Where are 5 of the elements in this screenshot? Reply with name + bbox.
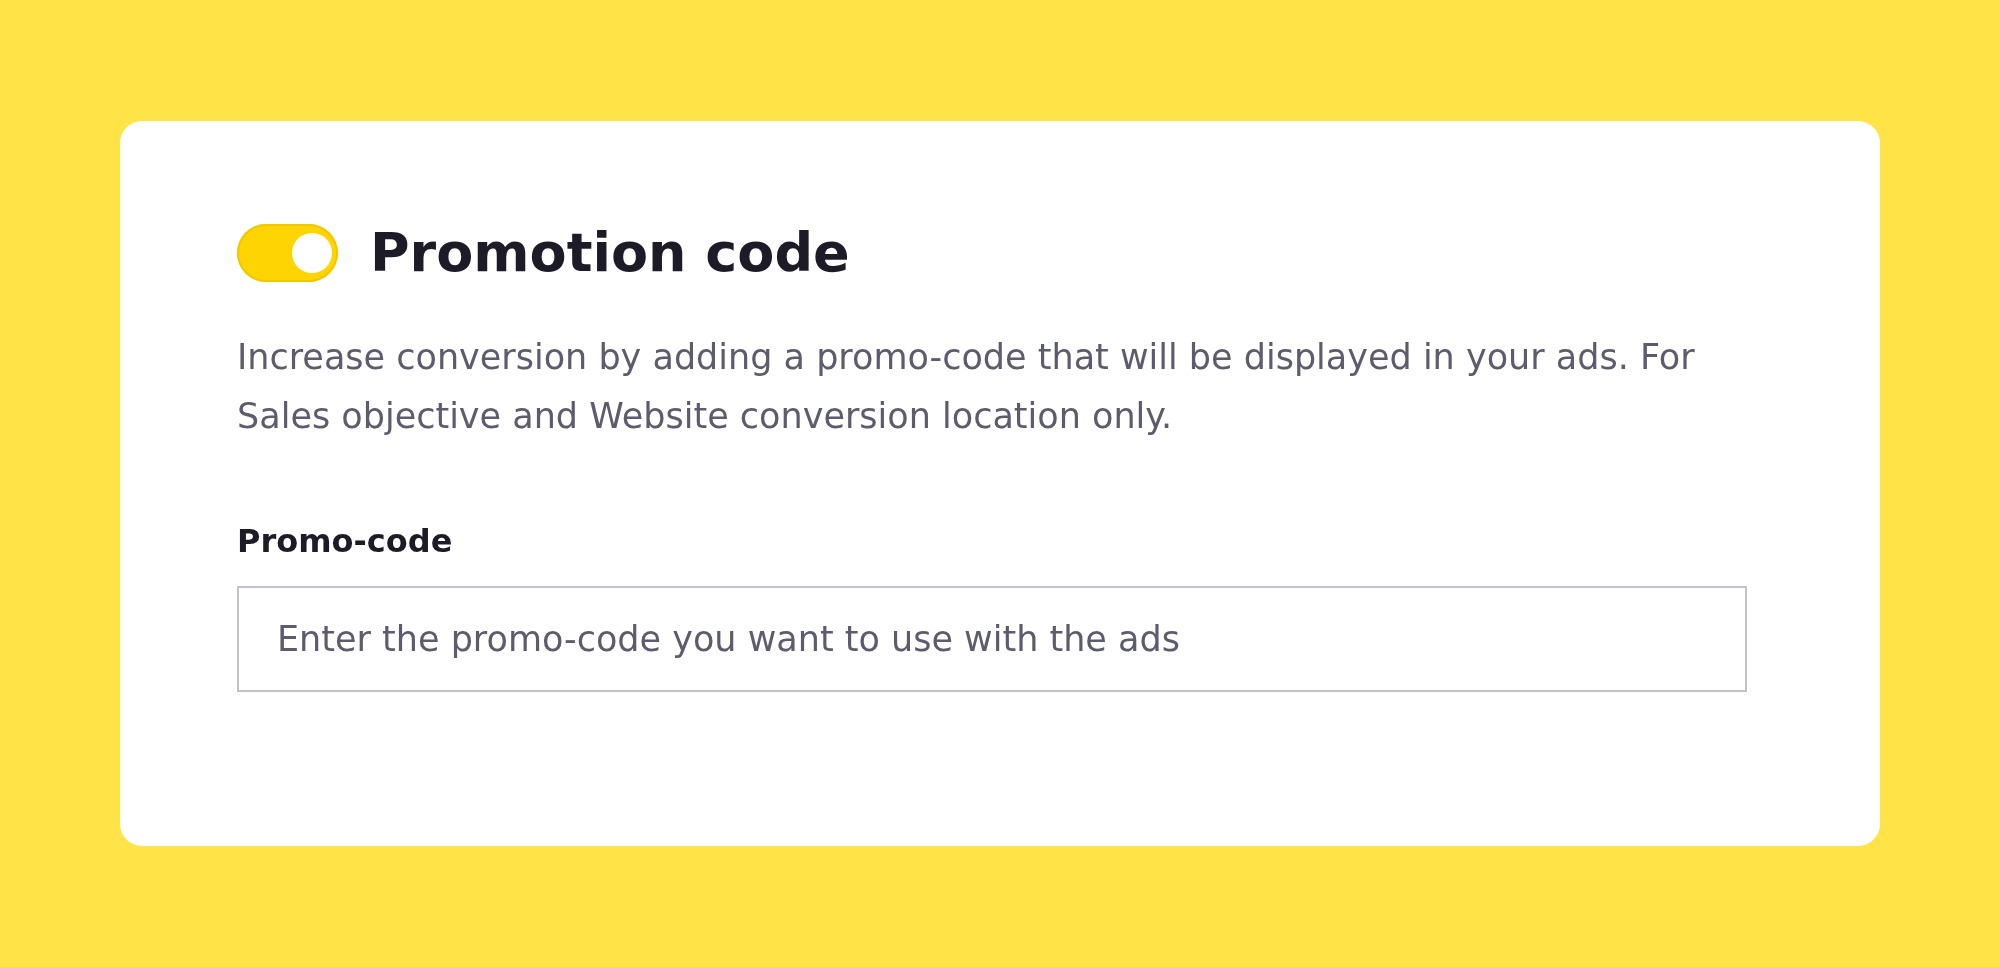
field-label: Promo-code	[237, 522, 454, 560]
description-text: Increase conversion by adding a promo-code that will be displayed in your ads. For Sales objective and Website conversion location only.	[237, 336, 1696, 438]
input-field[interactable]: Enter the promo-code you want to use with the ads	[237, 586, 1747, 692]
section-title: Promotion code	[370, 221, 850, 284]
toggle-switch[interactable]	[237, 223, 338, 282]
